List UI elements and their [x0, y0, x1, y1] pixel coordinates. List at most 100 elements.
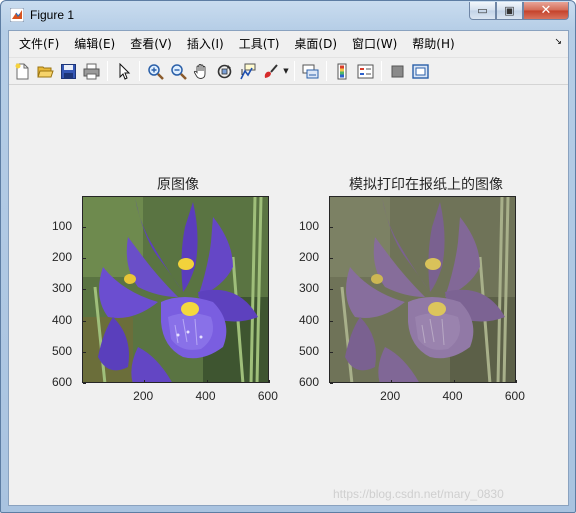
maximize-icon: ▣ [504, 4, 515, 17]
data-cursor-button[interactable] [236, 60, 259, 82]
image-axes-newsprint[interactable] [329, 196, 516, 383]
y-tick-label: 100 [52, 219, 73, 233]
zoom-in-icon [148, 63, 164, 80]
title-bar[interactable]: Figure 1 ▭ ▣ ✕ [1, 1, 575, 29]
y-tick-mark [83, 289, 86, 291]
x-tick-label: 600 [257, 389, 278, 403]
image-axes-original[interactable] [82, 196, 269, 383]
save-icon [61, 63, 76, 79]
menu-edit[interactable]: 编辑(E) [67, 33, 123, 54]
y-tick-mark [83, 320, 86, 322]
x-tick-label: 400 [195, 389, 216, 403]
y-tick-mark [83, 258, 86, 260]
y-tick-label: 500 [299, 343, 320, 358]
matlab-logo-icon [10, 8, 24, 22]
open-file-button[interactable] [34, 60, 57, 82]
y-tick-mark [330, 227, 333, 228]
pan-button[interactable] [190, 60, 213, 82]
watermark-text: https://blog.csdn.net/mary_0830 [333, 487, 504, 501]
x-tick-mark [268, 380, 270, 383]
close-button[interactable]: ✕ [523, 2, 569, 20]
show-plot-tools-icon [412, 63, 429, 79]
iris-flower-image [83, 197, 268, 382]
open-file-icon [37, 66, 54, 77]
toolbar-separator [139, 61, 140, 81]
menu-insert[interactable]: 插入(I) [180, 33, 232, 54]
edit-plot-pointer-icon [119, 62, 131, 80]
print-button[interactable] [80, 60, 103, 82]
data-cursor-icon [240, 63, 256, 79]
y-tick-mark [330, 382, 333, 384]
insert-colorbar-button[interactable] [331, 60, 354, 82]
insert-colorbar-icon [337, 63, 347, 79]
zoom-out-icon [171, 63, 187, 80]
new-figure-button[interactable] [11, 60, 34, 82]
brush-icon [264, 63, 278, 78]
menu-desktop[interactable]: 桌面(D) [287, 33, 345, 54]
iris-flower-newsprint-image [330, 197, 515, 382]
client-area: 文件(F) 编辑(E) 查看(V) 插入(I) 工具(T) 桌面(D) 窗口(W… [8, 30, 569, 506]
y-tick-label: 200 [299, 250, 320, 265]
figure-toolbar: ▼ [9, 57, 568, 85]
x-tick-mark [453, 380, 455, 383]
link-plot-button[interactable] [299, 60, 322, 82]
x-tick-label: 600 [504, 389, 525, 403]
rotate-3d-button[interactable] [213, 60, 236, 82]
x-tick-mark [144, 380, 146, 383]
x-tick-label: 200 [133, 389, 154, 403]
y-tick-label: 600 [52, 374, 73, 389]
y-tick-label: 200 [52, 250, 73, 265]
x-tick-mark [515, 380, 517, 383]
new-figure-icon [15, 63, 29, 79]
y-tick-mark [330, 320, 333, 322]
hide-plot-tools-button[interactable] [386, 60, 409, 82]
x-tick-mark [391, 380, 393, 383]
axes-title: 原图像 [157, 177, 199, 193]
toolbar-separator [326, 61, 327, 81]
window-title: Figure 1 [30, 8, 75, 22]
brush-button[interactable] [259, 60, 282, 82]
x-tick-mark [206, 380, 208, 383]
y-tick-mark [330, 258, 333, 260]
figure-window: Figure 1 ▭ ▣ ✕ 文件(F) 编辑(E) 查看(V) 插入(I) 工… [0, 0, 576, 513]
x-tick-label: 400 [442, 389, 463, 403]
y-tick-mark [83, 227, 86, 228]
y-tick-mark [83, 351, 86, 353]
y-tick-label: 300 [52, 281, 73, 296]
edit-plot-button[interactable] [112, 60, 135, 82]
print-icon [83, 63, 100, 79]
y-tick-label: 400 [299, 312, 320, 327]
y-tick-label: 600 [299, 374, 320, 389]
y-tick-label: 500 [52, 343, 73, 358]
hide-plot-tools-icon [391, 65, 404, 77]
y-tick-label: 400 [52, 312, 73, 327]
y-tick-label: 100 [299, 219, 320, 233]
pan-hand-icon [193, 63, 206, 79]
y-tick-mark [330, 289, 333, 291]
menu-help[interactable]: 帮助(H) [405, 33, 462, 54]
y-tick-mark [83, 382, 86, 384]
insert-legend-button[interactable] [354, 60, 377, 82]
insert-legend-icon [357, 64, 374, 78]
show-plot-tools-button[interactable] [409, 60, 432, 82]
zoom-out-button[interactable] [167, 60, 190, 82]
figure-canvas[interactable]: 原图像 模拟打印在报纸上的图像 100 200 300 400 500 600 … [9, 87, 568, 505]
caption-buttons: ▭ ▣ ✕ [469, 2, 569, 20]
y-tick-label: 300 [299, 281, 320, 296]
minimize-button[interactable]: ▭ [469, 2, 496, 20]
toolbar-separator [107, 61, 108, 81]
maximize-button[interactable]: ▣ [496, 2, 523, 20]
menu-tools[interactable]: 工具(T) [232, 33, 288, 54]
close-icon: ✕ [540, 3, 552, 18]
menu-window[interactable]: 窗口(W) [345, 33, 405, 54]
menu-file[interactable]: 文件(F) [12, 33, 67, 54]
brush-dropdown-arrow-icon[interactable]: ▼ [282, 67, 290, 75]
zoom-in-button[interactable] [144, 60, 167, 82]
toolbar-separator [294, 61, 295, 81]
save-button[interactable] [57, 60, 80, 82]
menu-view[interactable]: 查看(V) [123, 33, 180, 54]
minimize-icon: ▭ [477, 4, 488, 17]
menu-dock-arrow-icon[interactable]: ↘ [554, 37, 562, 47]
axes-title: 模拟打印在报纸上的图像 [349, 177, 503, 193]
toolbar-separator [381, 61, 382, 81]
